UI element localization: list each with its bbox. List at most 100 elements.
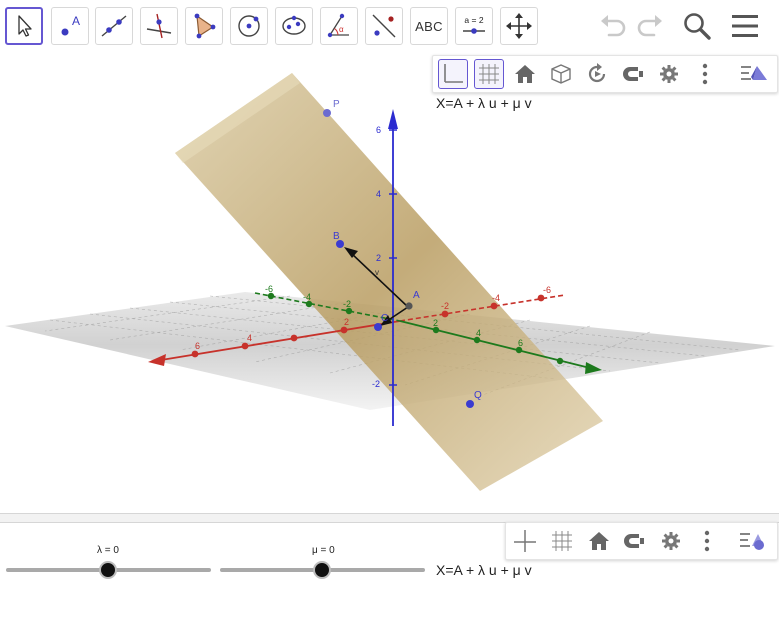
y-tick-label: 4	[476, 328, 481, 338]
settings-icon	[660, 65, 678, 83]
equation-text-3d: X=A + λ u + μ v	[436, 95, 532, 111]
vector-label: v	[375, 268, 379, 277]
projection-icon	[624, 534, 644, 548]
triangle-polygon-icon	[194, 13, 216, 39]
svg-text:α: α	[339, 25, 344, 34]
angle-alpha-icon: α	[327, 13, 349, 38]
svg-text:A: A	[413, 290, 420, 301]
reflect-about-line-icon	[372, 14, 396, 38]
svg-text:B: B	[333, 231, 340, 242]
circle-center-point-icon	[238, 15, 260, 37]
x-tick-label: -4	[492, 293, 500, 303]
more-icon	[704, 530, 710, 552]
ellipse-icon	[282, 15, 306, 35]
move-arrows-icon	[506, 13, 532, 39]
x-tick-label: -2	[441, 301, 449, 311]
conic-tool[interactable]	[275, 7, 313, 45]
grid-icon	[479, 64, 499, 84]
angle-tool[interactable]: α	[320, 7, 358, 45]
projection-button[interactable]	[618, 59, 648, 89]
y-tick-label: 6	[518, 338, 523, 348]
graphics-3d-view[interactable]: 6 4 2 -2 -6 -4 -2 2 4 6 -6 -4 -2 2 4 6 v…	[0, 53, 779, 513]
scene-3d[interactable]: 6 4 2 -2 -6 -4 -2 2 4 6 -6 -4 -2 2 4 6 v…	[0, 53, 779, 513]
more-icon	[702, 63, 708, 85]
point-a-icon: A	[61, 14, 80, 36]
move-tool[interactable]	[5, 7, 43, 45]
undo-icon	[601, 15, 626, 37]
reflect-tool[interactable]	[365, 7, 403, 45]
perpendicular-line-tool[interactable]	[140, 7, 178, 45]
view-menu-icon	[741, 66, 767, 80]
view-menu-icon	[740, 533, 764, 550]
slider-tool-label: a = 2	[464, 15, 483, 25]
toolbar: A α ABC a = 2	[0, 0, 779, 52]
axes-toggle[interactable]	[438, 59, 468, 89]
move-graphics-view-tool[interactable]	[500, 7, 538, 45]
mu-slider-label: μ = 0	[312, 545, 335, 556]
line-through-points-icon	[101, 15, 127, 37]
slider-icon: a = 2	[463, 15, 485, 34]
z-tick-label: 6	[376, 125, 381, 135]
redo-button[interactable]	[633, 10, 667, 42]
settings-button[interactable]	[656, 526, 686, 556]
slider-tool[interactable]: a = 2	[455, 7, 493, 45]
standard-view-button[interactable]	[510, 59, 540, 89]
view-menu-button[interactable]	[735, 526, 771, 556]
z-tick-label: 4	[376, 189, 381, 199]
undo-button[interactable]	[596, 10, 630, 42]
rotate-view-button[interactable]	[582, 59, 612, 89]
grid-toggle[interactable]	[547, 526, 577, 556]
svg-text:Q: Q	[474, 390, 482, 401]
y-tick-label: -2	[343, 299, 351, 309]
point-tool[interactable]: A	[51, 7, 89, 45]
z-tick-label: -2	[372, 379, 380, 389]
lambda-slider-knob[interactable]	[99, 561, 117, 579]
view-in-front-button[interactable]	[546, 59, 576, 89]
grid-toggle[interactable]	[474, 59, 504, 89]
svg-text:C: C	[381, 313, 388, 324]
axes-toggle[interactable]	[510, 526, 540, 556]
svg-text:P: P	[333, 99, 340, 110]
rotate-view-icon	[588, 63, 606, 83]
more-button[interactable]	[692, 526, 722, 556]
view-menu-button[interactable]	[736, 59, 772, 89]
z-axis-arrow	[388, 109, 398, 129]
more-button[interactable]	[690, 59, 720, 89]
line-tool[interactable]	[95, 7, 133, 45]
settings-button[interactable]	[654, 59, 684, 89]
polygon-tool[interactable]	[185, 7, 223, 45]
grid-icon	[552, 531, 572, 551]
y-tick-label: -6	[265, 284, 273, 294]
point-p[interactable]: P	[323, 99, 340, 117]
y-tick-label: -4	[303, 292, 311, 302]
axes-icon	[514, 530, 536, 552]
circle-tool[interactable]	[230, 7, 268, 45]
lambda-slider-label: λ = 0	[97, 545, 119, 556]
standard-view-button[interactable]	[584, 526, 614, 556]
graphics-2d-style-bar	[505, 522, 778, 560]
menu-icon	[732, 15, 758, 37]
text-tool-label: ABC	[415, 18, 443, 34]
perpendicular-line-icon	[146, 13, 172, 39]
cube-icon	[551, 64, 571, 84]
view-3d-style-bar	[432, 55, 778, 93]
redo-icon	[637, 15, 662, 37]
x-tick-label: -6	[543, 285, 551, 295]
axes-icon	[444, 64, 463, 83]
projection-button[interactable]	[619, 526, 649, 556]
z-tick-label: 2	[376, 253, 381, 263]
search-icon	[684, 13, 711, 40]
home-icon	[589, 532, 609, 550]
y-tick-label: 2	[433, 318, 438, 328]
settings-icon	[662, 532, 680, 550]
equation-text-2d: X=A + λ u + μ v	[436, 562, 532, 578]
svg-text:A: A	[72, 14, 80, 28]
menu-button[interactable]	[728, 10, 762, 42]
search-button[interactable]	[680, 10, 714, 42]
cursor-arrow-icon	[18, 15, 32, 37]
mu-slider-knob[interactable]	[313, 561, 331, 579]
text-tool[interactable]: ABC	[410, 7, 448, 45]
x-tick-label: 6	[195, 341, 200, 351]
projection-icon	[623, 67, 643, 81]
x-tick-label: 4	[247, 333, 252, 343]
